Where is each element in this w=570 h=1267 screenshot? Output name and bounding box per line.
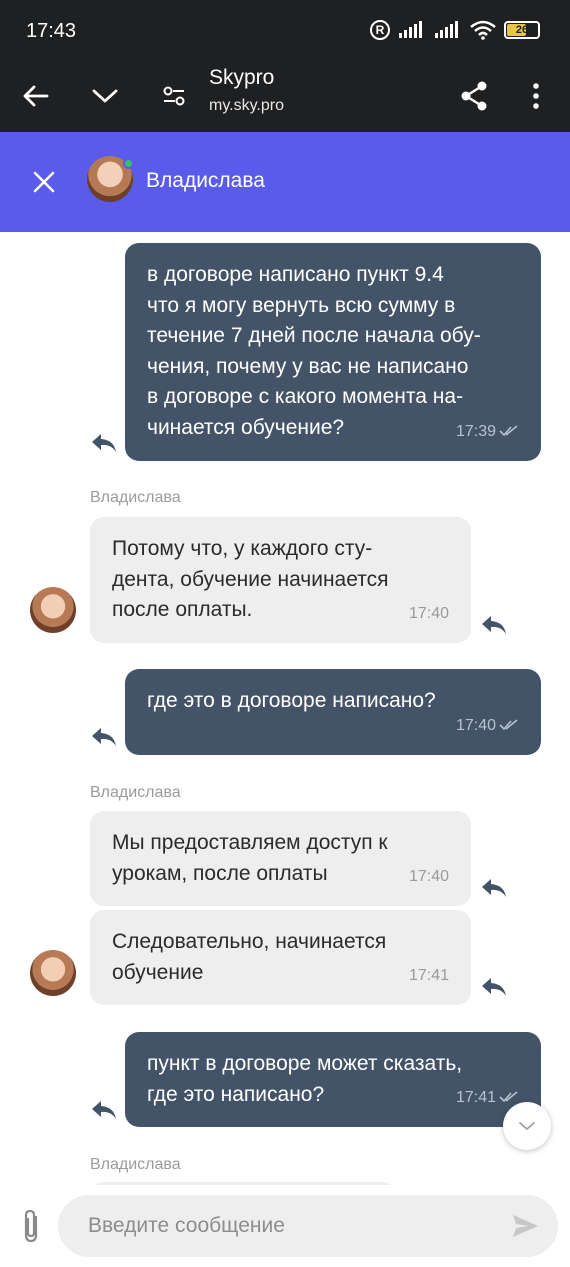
signal-icon (399, 21, 422, 38)
more-vertical-icon (533, 83, 539, 109)
message-time: 17:39 (456, 417, 519, 448)
message-time: 17:40 (408, 604, 449, 622)
incoming-message[interactable]: Потому что, у каждого сту- дента, обучен… (90, 517, 471, 643)
paperclip-icon[interactable] (16, 1209, 48, 1245)
incoming-message[interactable]: Мы предоставляем доступ к урокам, после … (90, 811, 471, 906)
message-text: Мы предоставляем доступ к урокам, после … (112, 831, 388, 885)
close-chat-button[interactable] (22, 160, 66, 204)
more-button[interactable] (514, 74, 558, 118)
sender-avatar (30, 950, 76, 996)
arrow-left-icon (23, 85, 49, 107)
site-settings-button[interactable] (152, 74, 196, 118)
sender-name: Владислава (90, 489, 181, 506)
double-check-icon (499, 1091, 518, 1103)
share-icon (461, 81, 487, 111)
collapse-button[interactable] (83, 74, 127, 118)
wifi-icon (470, 20, 496, 40)
sender-name: Владислава (90, 784, 181, 801)
message-text: Следовательно, начинается обучение (112, 930, 387, 984)
outgoing-message[interactable]: где это в договоре написано? 17:40 (125, 669, 541, 755)
status-icons: R 26 (370, 20, 540, 40)
sender-name: Владислава (90, 1156, 181, 1173)
share-button[interactable] (452, 74, 496, 118)
battery-icon: 26 (504, 21, 540, 39)
status-bar: 17:43 R 26 (0, 0, 570, 62)
double-check-icon (499, 719, 518, 731)
chat-header: Владислава (0, 132, 570, 232)
outgoing-message[interactable]: в договоре написано пункт 9.4 что я могу… (125, 243, 541, 461)
double-check-icon (499, 425, 518, 437)
tune-icon (163, 86, 185, 106)
site-title: Skypro (209, 66, 275, 89)
reply-icon[interactable] (480, 876, 508, 900)
incoming-message[interactable]: Следовательно, начинается обучение 17:41 (90, 910, 471, 1005)
status-time: 17:43 (26, 20, 77, 42)
reply-icon[interactable] (90, 725, 118, 749)
signal-icon (435, 21, 458, 38)
reply-icon[interactable] (480, 613, 508, 637)
online-status-dot (123, 158, 134, 169)
back-button[interactable] (14, 74, 58, 118)
site-url[interactable]: my.sky.pro (209, 97, 284, 115)
chevron-down-icon (92, 89, 118, 103)
reply-icon[interactable] (90, 431, 118, 455)
send-icon[interactable] (510, 1211, 540, 1241)
message-input[interactable] (58, 1195, 558, 1257)
contact-name: Владислава (146, 169, 265, 192)
message-time: 17:40 (408, 867, 449, 885)
reply-icon[interactable] (90, 1098, 118, 1122)
registered-icon: R (370, 20, 390, 40)
message-time: 17:41 (408, 966, 449, 984)
message-composer (0, 1185, 570, 1267)
scroll-to-bottom-button[interactable] (503, 1102, 551, 1150)
chevron-down-icon (519, 1122, 535, 1131)
reply-icon[interactable] (480, 975, 508, 999)
sender-avatar (30, 587, 76, 633)
message-time: 17:40 (456, 711, 519, 742)
close-icon (33, 171, 55, 193)
browser-toolbar: Skypro my.sky.pro (0, 62, 570, 132)
message-text: Потому что, у каждого сту- дента, обучен… (112, 537, 389, 621)
message-list[interactable]: в договоре написано пункт 9.4 что я могу… (0, 232, 570, 1192)
outgoing-message[interactable]: пункт в договоре может сказать, где это … (125, 1032, 541, 1127)
